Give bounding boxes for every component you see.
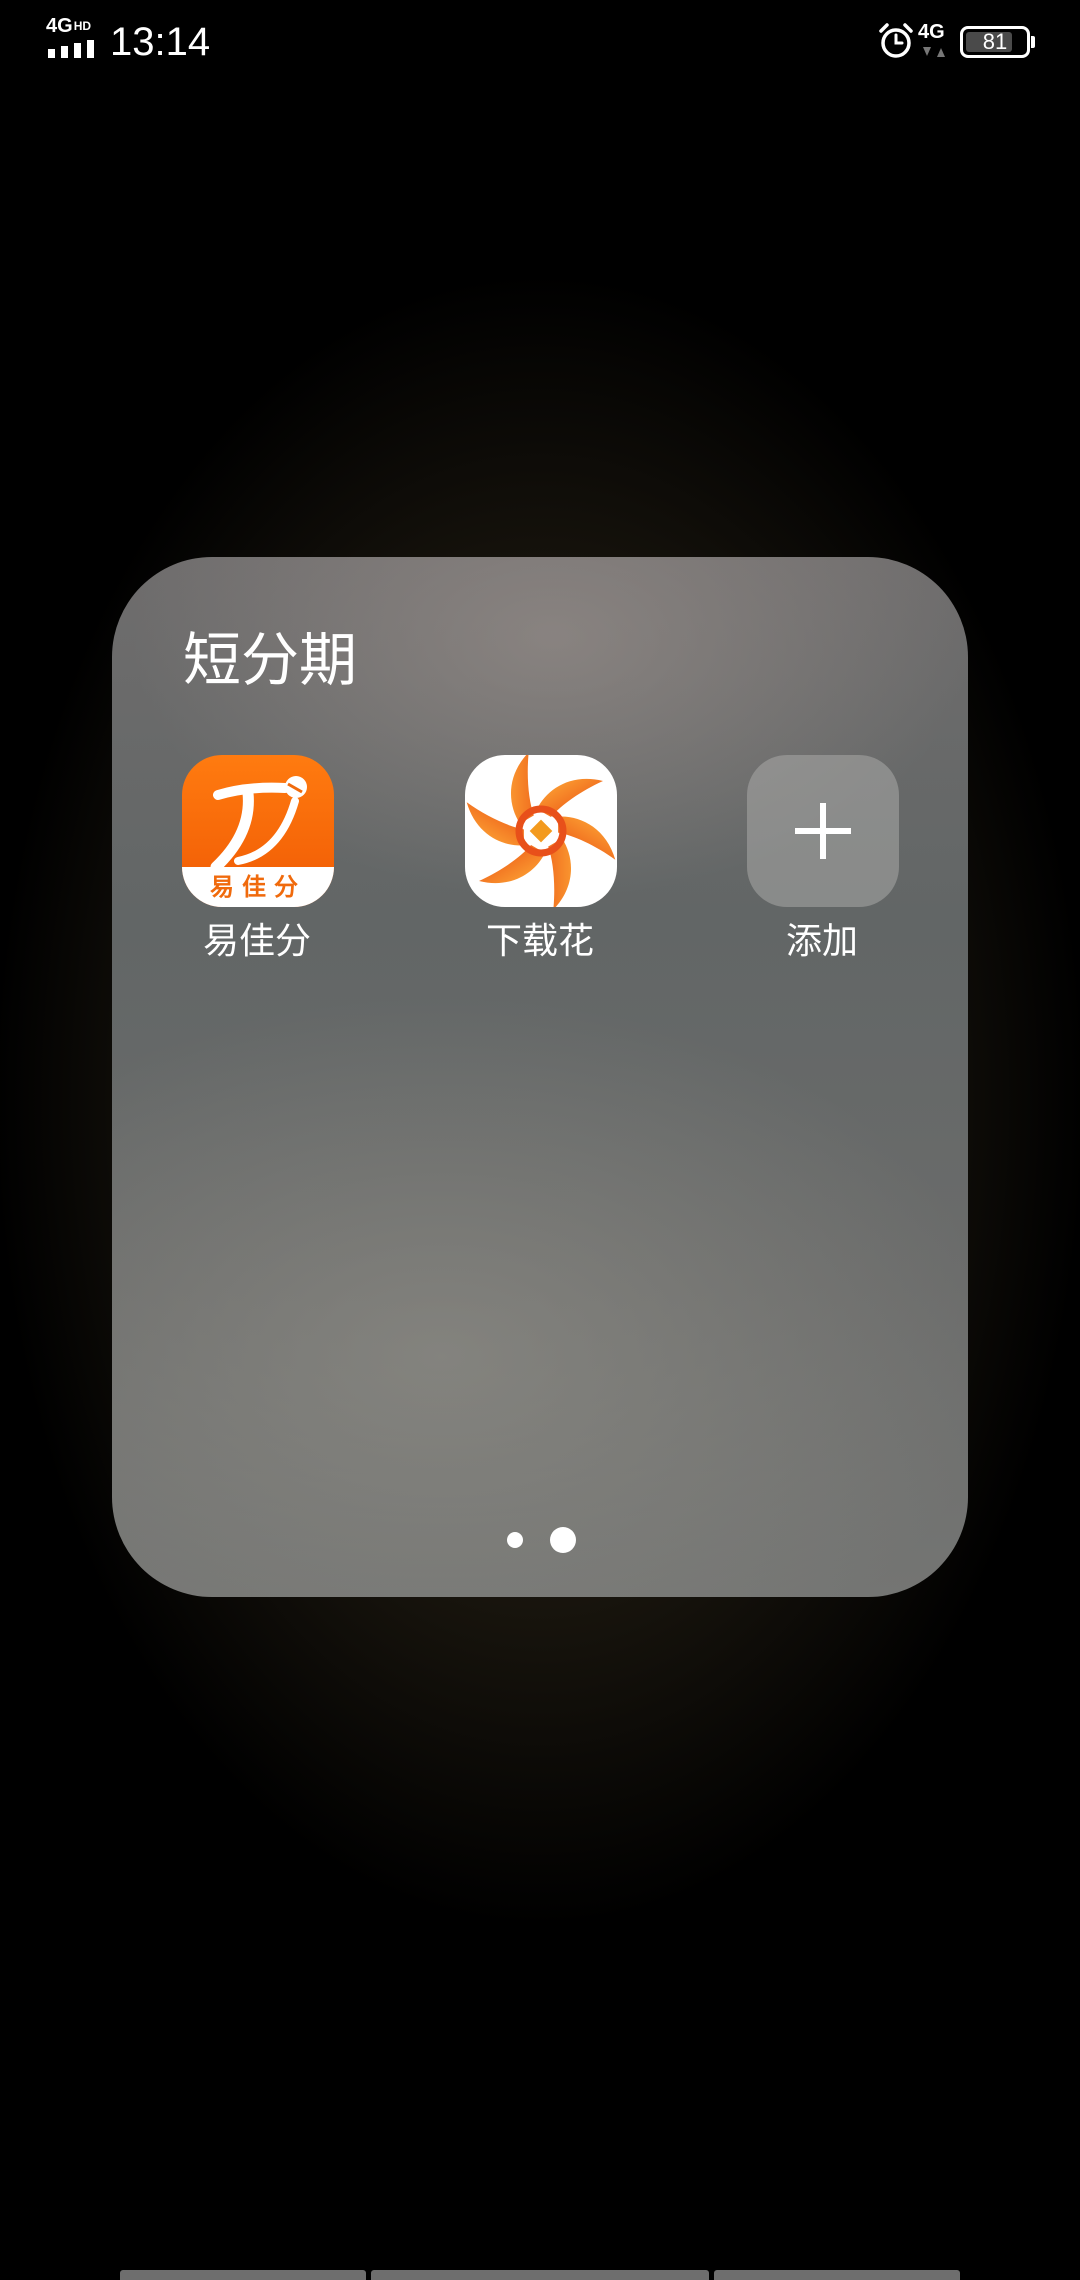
- status-bar: 4GHD 13:14 4G 81: [0, 0, 1080, 86]
- plus-icon: [795, 803, 851, 859]
- network-hd-label: HD: [73, 19, 92, 33]
- alarm-clock-icon: [879, 23, 913, 58]
- mobile-data-type: 4G: [918, 21, 945, 43]
- cellular-signal: 4GHD: [46, 16, 100, 62]
- yijiafen-app-icon[interactable]: 易佳分: [182, 755, 334, 907]
- page-dot-active[interactable]: [550, 1527, 576, 1553]
- battery-terminal: [1031, 36, 1035, 48]
- folder-page-indicator: [112, 1523, 968, 1553]
- add-app-tile[interactable]: [747, 755, 899, 907]
- app-label: 易佳分: [202, 921, 311, 962]
- add-app-button[interactable]: 添加: [722, 755, 922, 985]
- page-dot[interactable]: [507, 1532, 523, 1548]
- xiazaihua-app-icon[interactable]: [465, 755, 617, 907]
- status-time: 13:14: [110, 20, 211, 64]
- app-folder: 短分期 易佳分 易佳分 下载花 添加: [112, 557, 968, 1597]
- signal-bars-icon: [48, 40, 94, 58]
- network-type-label: 4GHD: [46, 15, 92, 37]
- dock-edge: [120, 2270, 366, 2280]
- battery-indicator: 81: [960, 26, 1030, 58]
- xiazaihua-flower-icon: [466, 755, 616, 907]
- folder-title[interactable]: 短分期: [183, 625, 357, 695]
- battery-level-text: 81: [982, 29, 1008, 54]
- yijiafen-badge-text: 易佳分: [210, 873, 306, 901]
- dock-edge: [371, 2270, 709, 2280]
- app-label: 下载花: [485, 921, 594, 962]
- dock-edge: [714, 2270, 960, 2280]
- data-activity-arrows-icon: [923, 47, 945, 57]
- app-yijiafen[interactable]: 易佳分 易佳分: [157, 755, 357, 985]
- app-label: 添加: [785, 921, 858, 962]
- app-xiazaihua[interactable]: 下载花: [440, 755, 640, 985]
- mobile-data-indicator: 4G: [918, 22, 952, 62]
